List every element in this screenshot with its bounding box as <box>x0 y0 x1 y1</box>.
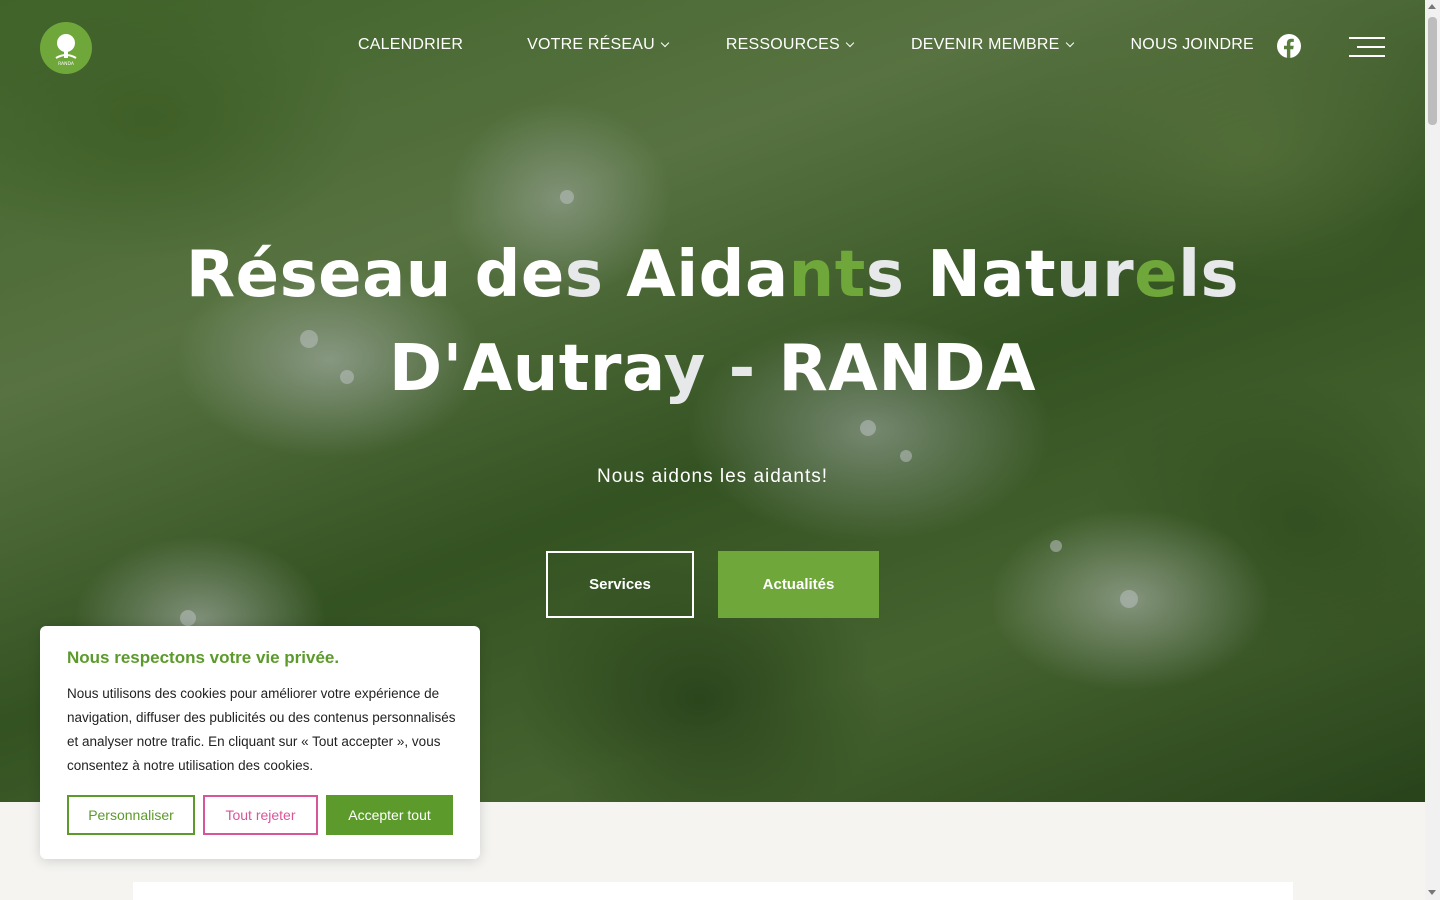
reject-all-button[interactable]: Tout rejeter <box>203 795 318 835</box>
chevron-down-icon <box>845 38 855 48</box>
accept-all-button[interactable]: Accepter tout <box>326 795 453 835</box>
nav-label: RESSOURCES <box>725 36 840 53</box>
cookie-title: Nous respectons votre vie privée. <box>67 648 340 667</box>
hero-title: Réseau des Aidants Naturels D'Autray - R… <box>0 228 1425 416</box>
cookie-consent-banner: Nous respectons votre vie privée. Nous u… <box>40 626 480 859</box>
cookie-text: Nous utilisons des cookies pour améliore… <box>67 686 456 773</box>
nav-item-calendrier[interactable]: CALENDRIER <box>358 36 463 54</box>
actualites-button[interactable]: Actualités <box>718 551 879 618</box>
tree-logo-icon: RANDA <box>55 34 77 67</box>
customize-button[interactable]: Personnaliser <box>67 795 195 835</box>
facebook-icon[interactable] <box>1277 34 1301 58</box>
services-button[interactable]: Services <box>546 551 694 618</box>
svg-text:RANDA: RANDA <box>58 61 75 67</box>
hero-title-line-2: D'Autray - RANDA <box>388 332 1037 406</box>
nav-label: CALENDRIER <box>358 36 464 53</box>
scrollbar-thumb[interactable] <box>1428 17 1437 125</box>
hero-title-line-1: Réseau des Aidants Naturels <box>185 238 1240 312</box>
content-card <box>133 882 1293 900</box>
nav-label: NOUS JOINDRE <box>1130 36 1254 53</box>
nav-item-votre-reseau[interactable]: VOTRE RÉSEAU <box>527 36 670 54</box>
hamburger-menu-icon[interactable] <box>1349 37 1385 59</box>
main-nav: CALENDRIER VOTRE RÉSEAU RESSOURCES DEVEN… <box>358 36 1254 54</box>
nav-item-nous-joindre[interactable]: NOUS JOINDRE <box>1131 36 1254 54</box>
chevron-down-icon <box>1065 38 1074 48</box>
nav-item-ressources[interactable]: RESSOURCES <box>725 36 855 54</box>
scroll-up-arrow-icon[interactable] <box>1428 4 1436 9</box>
chevron-down-icon <box>660 38 670 48</box>
scroll-down-arrow-icon[interactable] <box>1428 890 1436 895</box>
hero-subtitle: Nous aidons les aidants! <box>596 466 828 487</box>
nav-item-devenir-membre[interactable]: DEVENIR MEMBRE <box>910 36 1074 54</box>
nav-label: VOTRE RÉSEAU <box>527 36 655 53</box>
scrollbar[interactable] <box>1425 0 1440 900</box>
randa-logo[interactable]: RANDA <box>40 22 92 74</box>
nav-label: DEVENIR MEMBRE <box>910 36 1060 53</box>
page: RANDA CALENDRIER VOTRE RÉSEAU RESSOURCES… <box>0 0 1425 900</box>
